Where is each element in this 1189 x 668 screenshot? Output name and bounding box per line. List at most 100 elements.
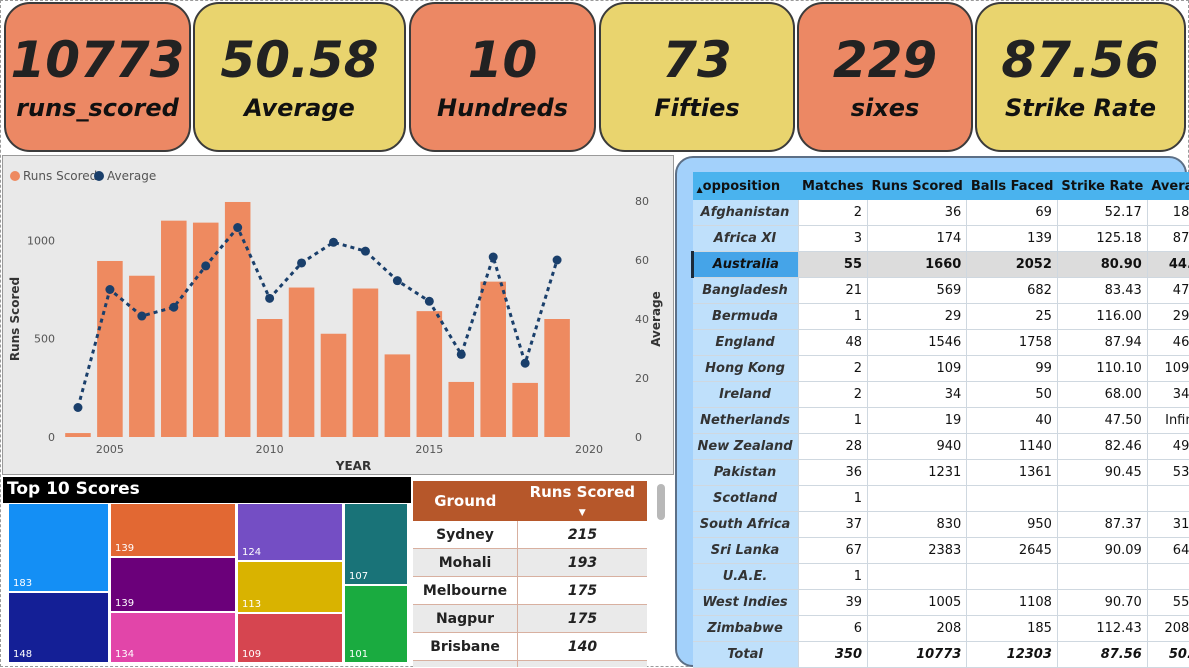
kpi-strike-rate[interactable]: 87.56 Strike Rate	[975, 2, 1186, 152]
bar-runs	[385, 354, 411, 437]
kpi-runs-scored[interactable]: 10773 runs_scored	[4, 2, 191, 152]
table-row[interactable]: Scotland1	[693, 486, 1189, 512]
stat-cell: 31.92	[1147, 512, 1189, 538]
table-row[interactable]: Adelaide136	[413, 661, 647, 668]
table-row[interactable]: New Zealand28940114082.4649.47	[693, 434, 1189, 460]
opp-header-runs-scored[interactable]: Runs Scored	[868, 172, 967, 200]
opp-header-opposition[interactable]: ▲opposition	[693, 172, 799, 200]
stat-cell: 46.85	[1147, 330, 1189, 356]
table-row[interactable]: Melbourne175	[413, 577, 647, 605]
stat-cell	[967, 486, 1058, 512]
stat-cell: 83.43	[1057, 278, 1147, 304]
stat-cell: 2052	[967, 252, 1058, 278]
ground-header[interactable]: Ground	[413, 481, 518, 521]
table-row[interactable]: Nagpur175	[413, 605, 647, 633]
stat-cell: 950	[967, 512, 1058, 538]
combo-chart-svg: Runs ScoredAverage0500100002040608020052…	[3, 156, 673, 474]
y2-tick-label: 20	[635, 372, 649, 385]
treemap-cell[interactable]: 183	[8, 503, 109, 592]
treemap-cell[interactable]: 109	[237, 613, 343, 663]
x-tick-label: 2015	[415, 443, 443, 456]
kpi-fifties[interactable]: 73 Fifties	[599, 2, 795, 152]
kpi-label: Average	[244, 93, 355, 123]
stat-cell: 208.00	[1147, 616, 1189, 642]
stat-cell: 830	[868, 512, 967, 538]
treemap-cell[interactable]: 148	[8, 592, 109, 663]
table-row[interactable]: West Indies391005110890.7055.83	[693, 590, 1189, 616]
table-row[interactable]: England481546175887.9446.85	[693, 330, 1189, 356]
ground-runs-cell: 193	[518, 549, 647, 577]
stat-cell: 90.45	[1057, 460, 1147, 486]
stat-cell: 49.47	[1147, 434, 1189, 460]
treemap-cell[interactable]: 113	[237, 561, 343, 613]
treemap-cell[interactable]: 107	[344, 503, 408, 585]
table-row[interactable]: Bermuda12925116.0029.00	[693, 304, 1189, 330]
stat-cell: 69	[967, 200, 1058, 226]
stat-cell: 1005	[868, 590, 967, 616]
table-row[interactable]: Australia551660205280.9044.86	[693, 252, 1189, 278]
stat-cell: 1231	[868, 460, 967, 486]
point-average	[425, 297, 434, 306]
table-row[interactable]: Brisbane140	[413, 633, 647, 661]
ground-cell: Adelaide	[413, 661, 518, 668]
runs-scored-header[interactable]: Runs Scored▼	[518, 481, 647, 521]
y2-tick-label: 80	[635, 195, 649, 208]
x-axis-title: YEAR	[335, 459, 371, 473]
table-row[interactable]: Hong Kong210999110.10109.00	[693, 356, 1189, 382]
bar-runs	[65, 433, 91, 437]
kpi-value: 10773	[11, 31, 185, 89]
table-row[interactable]: Africa XI3174139125.1887.00	[693, 226, 1189, 252]
stat-cell: 185	[967, 616, 1058, 642]
table-row[interactable]: Mohali193	[413, 549, 647, 577]
treemap-cell[interactable]: 139	[110, 503, 236, 557]
ground-runs-cell: 140	[518, 633, 647, 661]
point-average	[265, 294, 274, 303]
treemap-cell[interactable]: 124	[237, 503, 343, 561]
total-row: Total350107731230387.5650.58	[693, 642, 1189, 668]
bar-runs	[353, 289, 379, 437]
opp-header-label: Average	[1151, 179, 1189, 194]
stat-cell: 68.00	[1057, 382, 1147, 408]
opp-header-label: Runs Scored	[872, 179, 963, 194]
table-row[interactable]: U.A.E.1	[693, 564, 1189, 590]
ground-cell: Sydney	[413, 521, 518, 549]
opposition-cell: Ireland	[693, 382, 799, 408]
point-average	[521, 359, 530, 368]
opp-header-average[interactable]: Average	[1147, 172, 1189, 200]
opp-header-matches[interactable]: Matches	[798, 172, 867, 200]
treemap-cell[interactable]: 134	[110, 612, 236, 663]
table-row[interactable]: Pakistan361231136190.4553.52	[693, 460, 1189, 486]
stat-cell: 44.86	[1147, 252, 1189, 278]
table-row[interactable]: Sydney215	[413, 521, 647, 549]
kpi-average[interactable]: 50.58 Average	[193, 2, 406, 152]
table-row[interactable]: Netherlands1194047.50Infinity	[693, 408, 1189, 434]
kpi-hundreds[interactable]: 10 Hundreds	[409, 2, 596, 152]
y-tick-label: 1000	[27, 234, 55, 247]
table-row[interactable]: Bangladesh2156968283.4347.42	[693, 278, 1189, 304]
opp-header-strike-rate[interactable]: Strike Rate	[1057, 172, 1147, 200]
treemap-cell[interactable]: 101	[344, 585, 408, 663]
ground-table: Ground Runs Scored▼ Sydney215Mohali193Me…	[413, 481, 647, 667]
table-row[interactable]: South Africa3783095087.3731.92	[693, 512, 1189, 538]
opposition-cell: Bangladesh	[693, 278, 799, 304]
opposition-table-panel[interactable]: ▲oppositionMatches Runs Scored Balls Faced…	[675, 156, 1187, 667]
table-row[interactable]: Afghanistan2366952.1718.00	[693, 200, 1189, 226]
table-row[interactable]: Zimbabwe6208185112.43208.00	[693, 616, 1189, 642]
opposition-cell: South Africa	[693, 512, 799, 538]
treemap-cell[interactable]: 139	[110, 557, 236, 612]
ground-table-panel[interactable]: Ground Runs Scored▼ Sydney215Mohali193Me…	[413, 481, 647, 667]
point-average	[489, 253, 498, 262]
total-cell: 87.56	[1057, 642, 1147, 668]
table-row[interactable]: Ireland2345068.0034.00	[693, 382, 1189, 408]
stat-cell: 67	[798, 538, 867, 564]
stat-cell: 47.42	[1147, 278, 1189, 304]
opp-header-balls-faced[interactable]: Balls Faced	[967, 172, 1058, 200]
y2-tick-label: 0	[635, 431, 642, 444]
stat-cell: 2383	[868, 538, 967, 564]
table-row[interactable]: Sri Lanka672383264590.0964.41	[693, 538, 1189, 564]
kpi-sixes[interactable]: 229 sixes	[797, 2, 973, 152]
kpi-value: 50.58	[220, 31, 378, 89]
ground-table-scrollbar[interactable]	[657, 484, 665, 520]
runs-average-combo-chart[interactable]: Runs ScoredAverage0500100002040608020052…	[2, 155, 674, 475]
stat-cell: 1660	[868, 252, 967, 278]
